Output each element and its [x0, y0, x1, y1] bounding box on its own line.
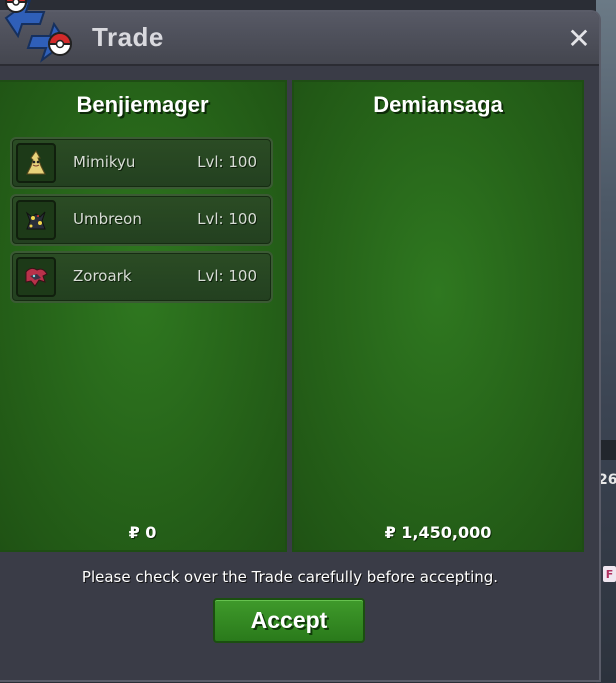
- accept-button[interactable]: Accept: [213, 598, 365, 643]
- pokeball-logo-icon: [4, 0, 73, 63]
- pokemon-slot-2[interactable]: Umbreon Lvl: 100: [10, 194, 273, 246]
- window-title: Trade: [92, 22, 164, 52]
- left-trainer-name: Benjiemager: [76, 92, 209, 117]
- left-trade-panel: Benjiemager Mimikyu Lvl: 100 Umbreon Lvl…: [0, 80, 287, 552]
- trade-window: Trade ✕ Benjiemager Mimikyu Lvl: 100 Umb…: [0, 10, 601, 682]
- pokemon-level: Lvl: 100: [197, 153, 257, 171]
- pokemon-name: Zoroark: [73, 267, 132, 285]
- pokemon-slot-1[interactable]: Mimikyu Lvl: 100: [10, 137, 273, 189]
- mimikyu-sprite-icon: [16, 143, 56, 183]
- title-bar[interactable]: Trade ✕: [0, 12, 599, 66]
- right-trade-panel: Demiansaga ₽ 1,450,000: [292, 80, 584, 552]
- close-button[interactable]: ✕: [565, 25, 593, 53]
- background-badge: F: [603, 566, 616, 582]
- right-money-offer: ₽ 1,450,000: [384, 523, 492, 542]
- right-trainer-name: Demiansaga: [373, 92, 503, 117]
- pokemon-name: Umbreon: [73, 210, 142, 228]
- pokemon-slot-3[interactable]: Zoroark Lvl: 100: [10, 251, 273, 303]
- left-money-offer: ₽ 0: [128, 523, 157, 542]
- trade-notice: Please check over the Trade carefully be…: [81, 568, 499, 586]
- pokemon-name: Mimikyu: [73, 153, 136, 171]
- pokemon-level: Lvl: 100: [197, 210, 257, 228]
- pokemon-level: Lvl: 100: [197, 267, 257, 285]
- zoroark-sprite-icon: [16, 257, 56, 297]
- umbreon-sprite-icon: [16, 200, 56, 240]
